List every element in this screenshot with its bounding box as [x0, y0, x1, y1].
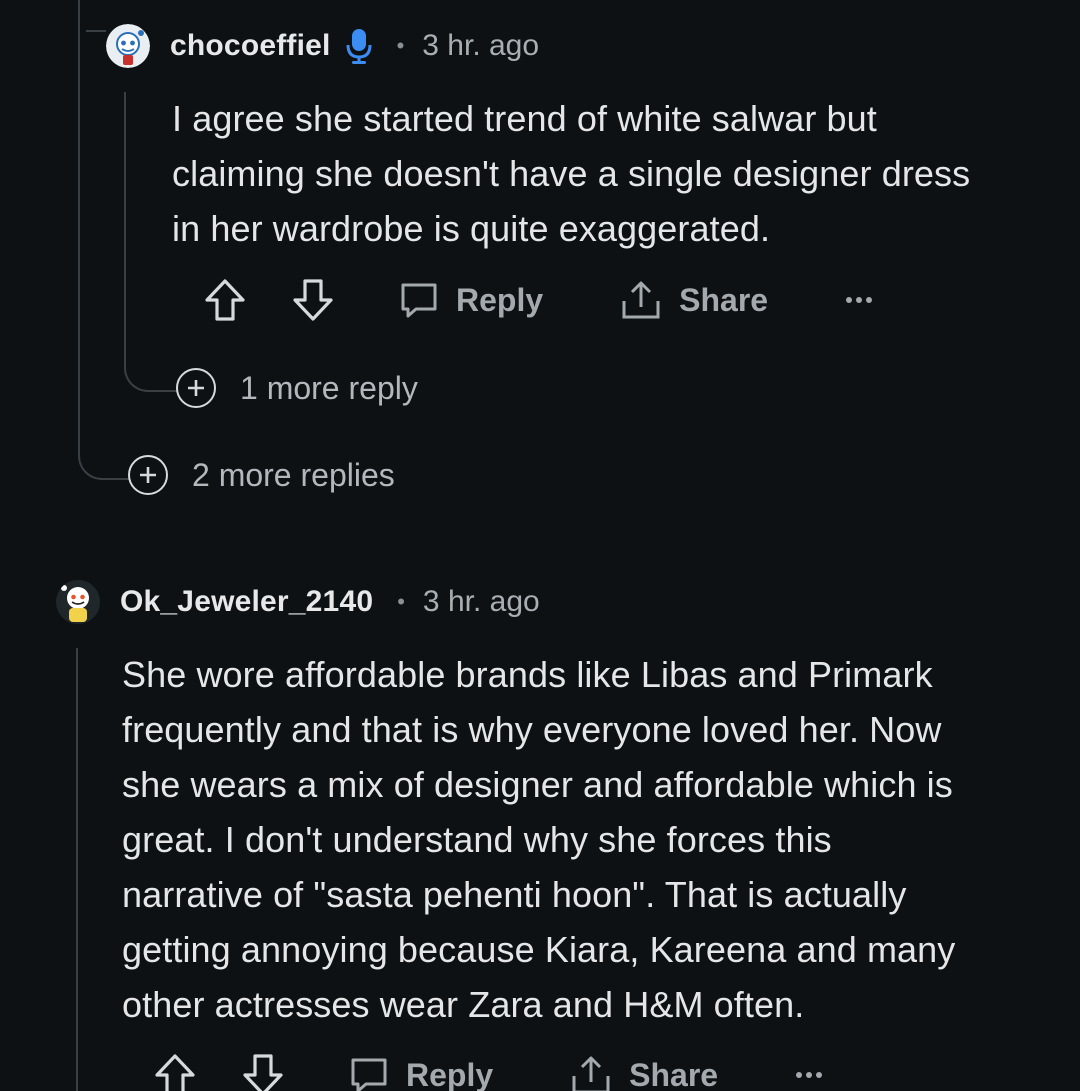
more-replies-link[interactable]: 1 more reply	[176, 368, 418, 408]
comment-body: She wore affordable brands like Libas an…	[122, 647, 1052, 1032]
upvote-button[interactable]	[204, 278, 246, 322]
ellipsis-icon	[846, 297, 873, 303]
downvote-icon	[243, 1054, 283, 1091]
comment-thread: chocoeffiel • 3 hr. ago I agree she star…	[0, 0, 1080, 1091]
comment-line: getting annoying because Kiara, Kareena …	[122, 929, 956, 970]
more-options-button[interactable]	[844, 295, 874, 305]
timestamp: 3 hr. ago	[422, 29, 540, 62]
avatar[interactable]	[56, 580, 100, 624]
microphone-icon	[345, 27, 373, 65]
thread-curve-inner	[124, 352, 178, 392]
comment-line: I agree she started trend of white salwa…	[172, 98, 877, 139]
share-button[interactable]: Share	[619, 279, 768, 321]
thread-line-outer	[78, 0, 80, 450]
expand-plus-icon	[176, 368, 216, 408]
upvote-icon	[155, 1054, 195, 1091]
reply-button[interactable]: Reply	[398, 279, 543, 321]
more-replies-label: 2 more replies	[192, 456, 395, 493]
reply-label: Reply	[406, 1056, 494, 1091]
expand-plus-icon	[128, 455, 168, 495]
thread-line-inner	[124, 92, 126, 362]
username[interactable]: Ok_Jeweler_2140	[120, 585, 373, 619]
comment-line: other actresses wear Zara and H&M often.	[122, 984, 805, 1025]
downvote-button[interactable]	[292, 278, 334, 322]
reply-label: Reply	[456, 281, 544, 318]
comment-header: chocoeffiel • 3 hr. ago	[106, 24, 539, 68]
avatar[interactable]	[106, 24, 150, 68]
share-icon	[622, 281, 660, 319]
ellipsis-icon	[796, 1072, 823, 1078]
share-button[interactable]: Share	[569, 1054, 718, 1091]
thread-line-comment2	[76, 648, 78, 1091]
share-label: Share	[679, 281, 769, 318]
reply-button[interactable]: Reply	[348, 1054, 493, 1091]
comment-line: claiming she doesn't have a single desig…	[172, 153, 971, 194]
thread-curve-outer	[78, 440, 130, 480]
reply-icon	[401, 283, 437, 318]
comment-line: narrative of "sasta pehenti hoon". That …	[122, 874, 907, 915]
share-icon	[572, 1056, 610, 1091]
comment-line: She wore affordable brands like Libas an…	[122, 654, 933, 695]
upvote-icon	[205, 279, 245, 321]
upvote-button[interactable]	[154, 1053, 196, 1091]
comment-actions: Reply Share	[204, 276, 874, 324]
comment-line: great. I don't understand why she forces…	[122, 819, 832, 860]
comment-line: she wears a mix of designer and affordab…	[122, 764, 953, 805]
comment-line: in her wardrobe is quite exaggerated.	[172, 208, 771, 249]
more-options-button[interactable]	[794, 1070, 824, 1080]
separator-dot: •	[396, 33, 405, 58]
comment-body: I agree she started trend of white salwa…	[172, 91, 1052, 256]
comment-line: frequently and that is why everyone love…	[122, 709, 942, 750]
timestamp: 3 hr. ago	[422, 585, 540, 618]
username[interactable]: chocoeffiel	[170, 29, 331, 63]
reply-icon	[351, 1058, 387, 1091]
snoo-avatar-icon	[56, 580, 100, 624]
comment-header: Ok_Jeweler_2140 • 3 hr. ago	[56, 580, 540, 624]
separator-dot: •	[397, 589, 405, 614]
share-label: Share	[629, 1056, 719, 1091]
comment-actions: Reply Share	[154, 1051, 824, 1091]
thread-line-top-stub	[86, 30, 106, 32]
more-replies-link[interactable]: 2 more replies	[128, 455, 395, 495]
downvote-icon	[293, 279, 333, 321]
downvote-button[interactable]	[242, 1053, 284, 1091]
snoo-avatar-icon	[106, 24, 150, 68]
more-replies-label: 1 more reply	[240, 369, 418, 406]
